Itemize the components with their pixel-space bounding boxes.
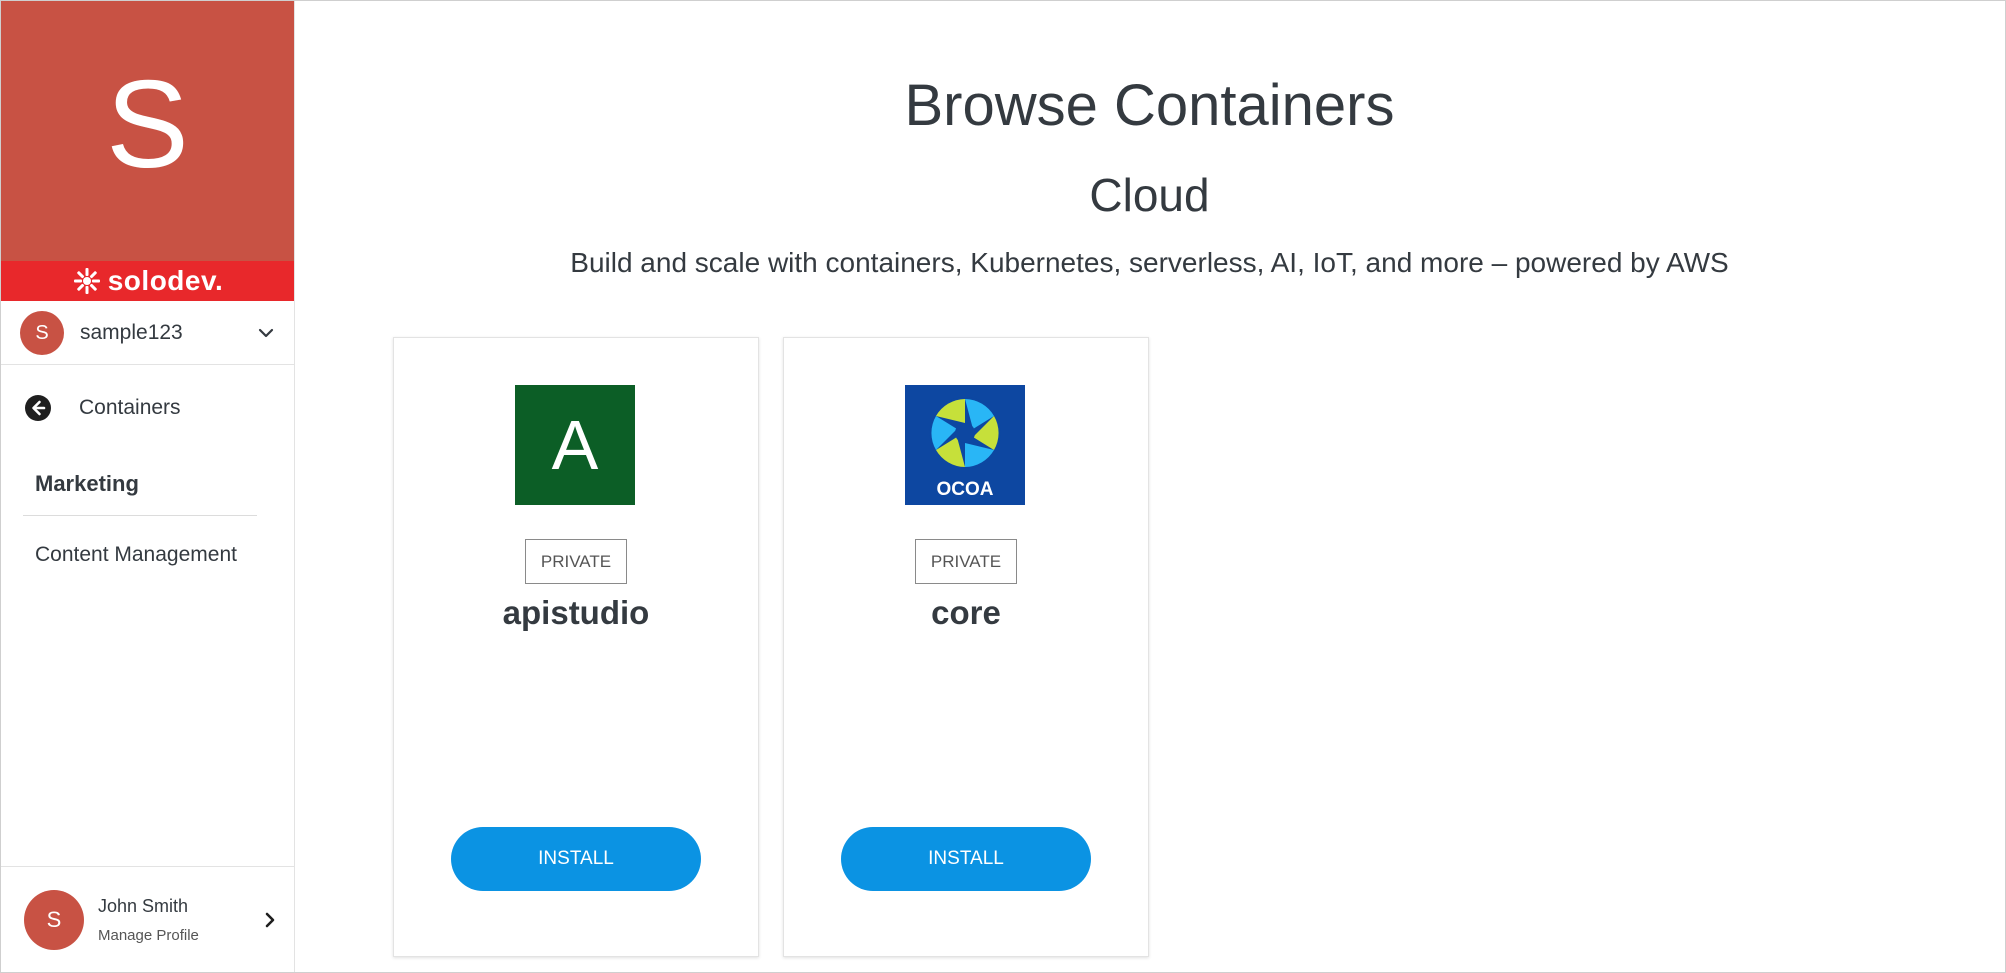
- manage-profile-label: Manage Profile: [98, 927, 199, 944]
- chevron-right-icon: [265, 912, 275, 928]
- sidebar: S solodev. S sample123 Containers Market…: [1, 1, 295, 972]
- install-button[interactable]: INSTALL: [841, 827, 1091, 891]
- ocoa-logo-text: OCOA: [937, 479, 994, 500]
- solodev-logo-icon: [73, 268, 100, 294]
- brand-logo: solodev.: [1, 261, 294, 301]
- container-name: core: [931, 594, 1001, 631]
- account-switcher[interactable]: S sample123: [1, 302, 294, 365]
- brand-block: S: [1, 1, 294, 261]
- brand-name: solodev.: [107, 265, 224, 296]
- private-badge: PRIVATE: [915, 539, 1017, 584]
- back-to-containers-link[interactable]: Containers: [1, 386, 294, 430]
- profile-avatar: S: [24, 890, 84, 950]
- ocoa-logo-icon: OCOA: [929, 397, 1001, 500]
- container-card-core: OCOA PRIVATE core INSTALL: [783, 337, 1149, 957]
- account-avatar: S: [20, 311, 64, 355]
- profile-menu[interactable]: S John Smith Manage Profile: [1, 866, 294, 973]
- install-button[interactable]: INSTALL: [451, 827, 701, 891]
- container-name: apistudio: [502, 594, 650, 631]
- container-card-apistudio: A PRIVATE apistudio INSTALL: [393, 337, 759, 957]
- page-title: Browse Containers: [904, 73, 1395, 138]
- brand-letter: S: [106, 56, 189, 194]
- arrow-left-circle-icon: [25, 395, 51, 421]
- sidebar-item-content-management[interactable]: Content Management: [35, 543, 237, 567]
- account-name: sample123: [80, 321, 183, 344]
- private-badge: PRIVATE: [525, 539, 627, 584]
- section-divider: [23, 515, 257, 516]
- container-logo: A: [515, 385, 635, 505]
- container-logo: OCOA: [905, 385, 1025, 505]
- page-subtitle: Cloud: [1089, 169, 1210, 221]
- profile-name: John Smith: [98, 896, 189, 916]
- profile-text: John Smith Manage Profile: [98, 896, 260, 944]
- chevron-down-icon: [258, 328, 274, 338]
- back-link-label: Containers: [79, 396, 181, 419]
- section-title: Marketing: [35, 471, 139, 496]
- page-description: Build and scale with containers, Kuberne…: [570, 247, 1729, 278]
